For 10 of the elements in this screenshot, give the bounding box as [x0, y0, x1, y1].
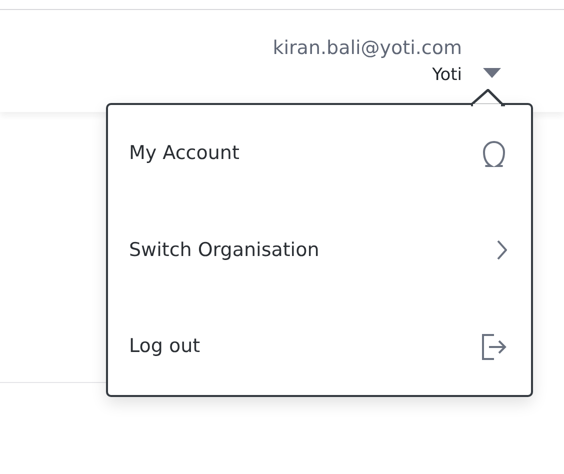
user-icon: [481, 138, 507, 168]
dropdown-toggle[interactable]: [480, 66, 504, 80]
logout-icon: [481, 334, 507, 360]
menu-item[interactable]: Switch Organisation: [108, 202, 531, 298]
user-email: kiran.bali@yoti.com: [272, 36, 462, 61]
menu-item[interactable]: Log out: [108, 298, 531, 396]
caret-icon: [483, 68, 501, 78]
chevron-right-icon: [497, 240, 507, 260]
organisation-name: Yoti: [432, 64, 462, 86]
menu-item[interactable]: My Account: [108, 105, 531, 202]
